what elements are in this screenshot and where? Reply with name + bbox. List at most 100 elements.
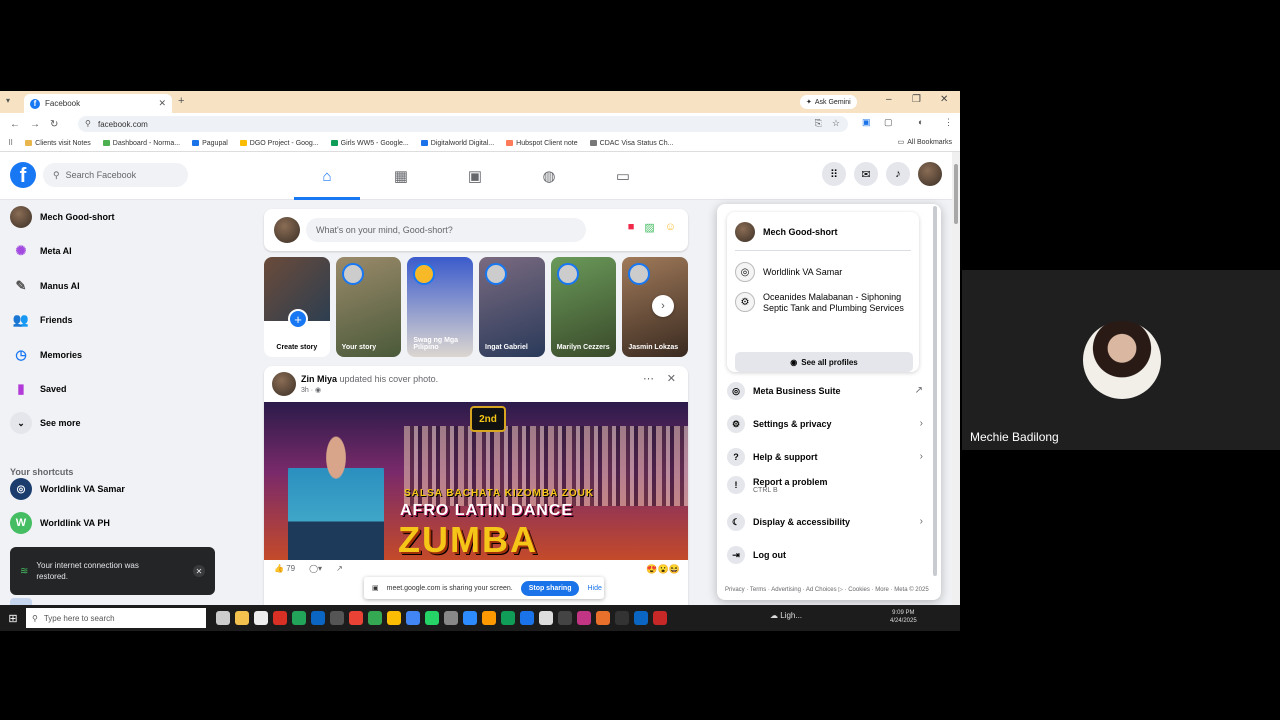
- bookmark-item[interactable]: Hubspot Client note: [506, 140, 578, 147]
- account-avatar[interactable]: [918, 162, 942, 186]
- chrome-menu-icon[interactable]: ⋮: [944, 117, 953, 128]
- new-tab-icon[interactable]: +: [178, 95, 184, 107]
- story-card[interactable]: Your story: [335, 257, 402, 357]
- app-icon[interactable]: [463, 611, 477, 625]
- app-icon[interactable]: [273, 611, 287, 625]
- shortcut-item[interactable]: W Worldlink VA PH: [10, 512, 110, 534]
- menu-grid-icon[interactable]: ⠿: [822, 162, 846, 186]
- app-icon[interactable]: [444, 611, 458, 625]
- search-input[interactable]: ⚲ Search Facebook: [43, 163, 188, 187]
- linkedin-icon[interactable]: [634, 611, 648, 625]
- side-panel-icon[interactable]: ▢: [884, 117, 893, 128]
- apps-icon[interactable]: ⠿: [8, 139, 13, 147]
- profile-icon[interactable]: ◐: [918, 117, 923, 127]
- bookmark-item[interactable]: Girls WW5 - Google...: [330, 140, 409, 147]
- profile-item[interactable]: ◎ Worldlink VA Samar: [735, 262, 911, 282]
- share-icon[interactable]: ↗: [336, 564, 343, 573]
- system-clock[interactable]: 9:09 PM 4/24/2025: [890, 609, 917, 625]
- weather-widget[interactable]: ☁ Ligh...: [770, 611, 802, 620]
- hide-post-icon[interactable]: ✕: [667, 372, 676, 385]
- bookmark-item[interactable]: Clients visit Notes: [25, 140, 91, 147]
- see-all-profiles-button[interactable]: ◉ See all profiles: [735, 352, 913, 372]
- bookmark-star-icon[interactable]: ☆: [832, 118, 840, 129]
- feeling-activity-icon[interactable]: ☺: [665, 221, 676, 234]
- taskbar-search-input[interactable]: ⚲ Type here to search: [26, 608, 206, 628]
- messenger-icon[interactable]: ✉: [854, 162, 878, 186]
- create-story-card[interactable]: + Create story: [264, 257, 330, 357]
- app-icon[interactable]: [596, 611, 610, 625]
- profile-item[interactable]: Mech Good-short: [735, 222, 911, 242]
- menu-log-out[interactable]: ⇥ Log out: [727, 546, 923, 564]
- profile-item[interactable]: ⚙ Oceanides Malabanan - Siphoning Septic…: [735, 292, 911, 314]
- sidebar-item-memories[interactable]: ◷ Memories: [10, 344, 82, 366]
- sidebar-item-see-more[interactable]: ⌄ See more: [10, 412, 81, 434]
- chrome-icon[interactable]: [349, 611, 363, 625]
- hide-share-bar-button[interactable]: Hide: [587, 585, 601, 592]
- avatar[interactable]: [274, 217, 300, 243]
- all-bookmarks-button[interactable]: ▭ All Bookmarks: [898, 138, 952, 147]
- story-card[interactable]: Swag ng Mga Pilipino: [407, 257, 474, 357]
- post-options-icon[interactable]: ⋯: [643, 372, 654, 385]
- edge-icon[interactable]: [311, 611, 325, 625]
- bookmark-item[interactable]: CDAC Visa Status Ch...: [589, 140, 673, 147]
- app-icon[interactable]: [501, 611, 515, 625]
- participant-tile[interactable]: Mechie Badilong: [962, 270, 1280, 450]
- story-card[interactable]: Ingat Gabriel: [479, 257, 545, 357]
- sidebar-item-friends[interactable]: 👥 Friends: [10, 309, 73, 331]
- maximize-icon[interactable]: ❐: [912, 94, 921, 105]
- bookmark-item[interactable]: Digitalworld Digital...: [420, 140, 494, 147]
- menu-display-accessibility[interactable]: ☾ Display & accessibility ›: [727, 513, 923, 531]
- back-icon[interactable]: ←: [10, 119, 20, 130]
- store-icon[interactable]: [254, 611, 268, 625]
- minimize-icon[interactable]: –: [886, 94, 892, 105]
- sidebar-item-manus-ai[interactable]: ✎ Manus AI: [10, 275, 80, 297]
- page-scrollbar[interactable]: [952, 152, 960, 631]
- notifications-bell-icon[interactable]: ♪: [886, 162, 910, 186]
- photo-video-icon[interactable]: ▨: [644, 221, 654, 234]
- task-view-icon[interactable]: [216, 611, 230, 625]
- forward-icon[interactable]: →: [30, 119, 40, 130]
- tab-close-icon[interactable]: ✕: [158, 98, 166, 109]
- tab-facebook[interactable]: f Facebook ✕: [24, 94, 172, 113]
- chrome-icon[interactable]: [368, 611, 382, 625]
- facebook-logo[interactable]: f: [10, 162, 36, 188]
- app-icon[interactable]: [539, 611, 553, 625]
- translate-icon[interactable]: ⎘: [815, 118, 822, 129]
- like-button[interactable]: 👍 79: [274, 564, 295, 573]
- stop-sharing-button[interactable]: Stop sharing: [520, 580, 580, 596]
- ask-gemini-button[interactable]: ✦ Ask Gemini: [800, 95, 857, 109]
- marketplace-tab-icon[interactable]: ▦: [364, 152, 438, 200]
- instagram-icon[interactable]: [577, 611, 591, 625]
- menu-footer-links[interactable]: Privacy · Terms · Advertising · Ad Choic…: [725, 586, 937, 593]
- stories-next-arrow-icon[interactable]: ›: [652, 295, 674, 317]
- sidebar-item-profile[interactable]: Mech Good-short: [10, 206, 115, 228]
- story-card[interactable]: Marilyn Cezzers: [550, 257, 617, 357]
- cover-photo[interactable]: 2nd SALSA BACHATA KIZOMBA ZOUK AFRO LATI…: [264, 402, 688, 560]
- gaming-tab-icon[interactable]: ▭: [586, 152, 660, 200]
- chrome-icon[interactable]: [387, 611, 401, 625]
- bookmark-item[interactable]: DGO Project - Goog...: [239, 140, 319, 147]
- reaction-emojis-icon[interactable]: 😍😮😆: [646, 564, 680, 575]
- post-author-name[interactable]: Zin Miya: [301, 374, 337, 384]
- reload-icon[interactable]: ↻: [50, 119, 58, 130]
- home-tab-icon[interactable]: ⌂: [290, 152, 364, 200]
- sidebar-item-saved[interactable]: ▮ Saved: [10, 378, 66, 400]
- app-icon[interactable]: [653, 611, 667, 625]
- menu-meta-business-suite[interactable]: ◎ Meta Business Suite ↗: [727, 382, 923, 400]
- comment-icon[interactable]: ◯▾: [309, 564, 322, 573]
- app-icon[interactable]: [520, 611, 534, 625]
- url-field[interactable]: ⚲ facebook.com ⎘ ☆: [78, 116, 848, 132]
- close-window-icon[interactable]: ✕: [940, 94, 948, 105]
- extension-icon[interactable]: ▣: [862, 117, 871, 128]
- menu-scrollbar[interactable]: [933, 206, 937, 576]
- bookmark-item[interactable]: Pagupal: [192, 140, 228, 147]
- windows-start-icon[interactable]: ⊞: [0, 605, 26, 631]
- app-icon[interactable]: [482, 611, 496, 625]
- app-icon[interactable]: [292, 611, 306, 625]
- scroll-thumb[interactable]: [954, 164, 958, 224]
- menu-report-problem[interactable]: ! Report a problem CTRL B: [727, 476, 923, 494]
- whatsapp-icon[interactable]: [425, 611, 439, 625]
- site-info-icon[interactable]: ⚲: [85, 119, 91, 128]
- sidebar-item-meta-ai[interactable]: ✺ Meta AI: [10, 240, 72, 262]
- menu-help-support[interactable]: ? Help & support ›: [727, 448, 923, 466]
